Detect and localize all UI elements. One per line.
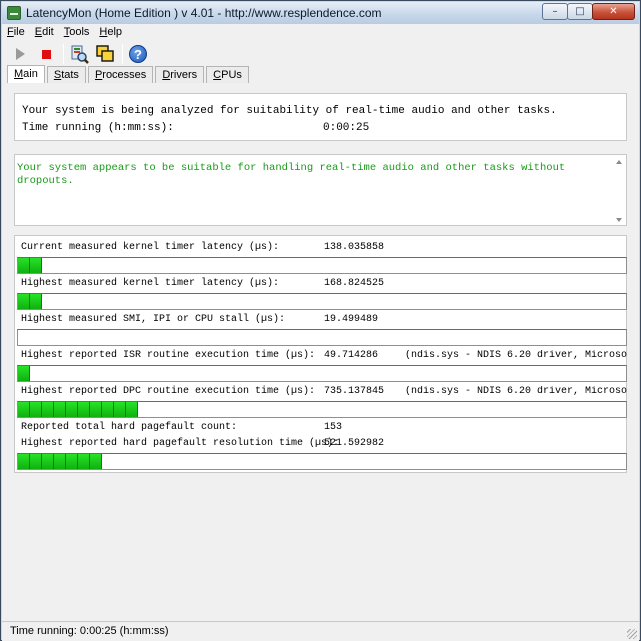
- verdict-panel: Your system appears to be suitable for h…: [14, 154, 627, 226]
- caption-buttons: – □ ✕: [542, 3, 635, 20]
- bar-segment: [42, 454, 54, 469]
- bar-segment: [90, 402, 102, 417]
- bar-segment: [66, 454, 78, 469]
- maximize-button[interactable]: □: [567, 3, 593, 20]
- tab-cpus[interactable]: CPUs: [206, 66, 249, 83]
- windows-icon: [96, 45, 114, 62]
- metric-label: Highest measured SMI, IPI or CPU stall (…: [21, 314, 286, 325]
- tab-drivers[interactable]: Drivers: [155, 66, 205, 83]
- time-running-label: Time running (h:mm:ss):: [22, 122, 174, 134]
- start-button[interactable]: [9, 43, 31, 65]
- menu-bar: File Edit Tools Help: [2, 24, 639, 41]
- tab-strip: Main Stats Processes Drivers CPUs: [7, 65, 251, 84]
- bar-segment: [78, 454, 90, 469]
- metric-label: Reported total hard pagefault count:: [21, 422, 238, 433]
- metric-bar-fill: [18, 402, 138, 417]
- menu-tools[interactable]: Tools: [59, 24, 95, 41]
- analysis-status: Your system is being analyzed for suitab…: [22, 105, 557, 117]
- verdict-scrollbar[interactable]: [615, 156, 625, 224]
- process-search-button[interactable]: [68, 43, 90, 65]
- metric-bar: [17, 329, 627, 346]
- bar-segment: [66, 402, 78, 417]
- minimize-button[interactable]: –: [542, 3, 568, 20]
- help-button[interactable]: ?: [127, 43, 149, 65]
- metric-detail: (ndis.sys - NDIS 6.20 driver, Microsoft …: [405, 350, 627, 361]
- play-icon: [15, 48, 25, 60]
- bar-segment: [30, 454, 42, 469]
- metric-value: 168.824525: [324, 278, 385, 289]
- metric-label: Highest reported hard pagefault resoluti…: [21, 438, 340, 449]
- bar-segment: [102, 402, 114, 417]
- metric-detail: (ndis.sys - NDIS 6.20 driver, Microsoft …: [405, 386, 627, 397]
- metric-label: Highest measured kernel timer latency (µ…: [21, 278, 280, 289]
- metric-value: 138.035858: [324, 242, 385, 253]
- tab-main[interactable]: Main: [7, 65, 45, 83]
- bar-segment: [30, 258, 42, 273]
- status-bar: Time running: 0:00:25 (h:mm:ss): [2, 621, 639, 641]
- bar-segment: [90, 454, 102, 469]
- tab-processes[interactable]: Processes: [87, 66, 154, 83]
- metric-value: 49.714286: [324, 350, 379, 361]
- menu-help[interactable]: Help: [94, 24, 127, 41]
- window-title: LatencyMon (Home Edition ) v 4.01 - http…: [26, 6, 382, 20]
- stop-button[interactable]: [35, 43, 57, 65]
- bar-segment: [114, 402, 126, 417]
- metric-bar-fill: [18, 366, 30, 381]
- metric-bar-fill: [18, 258, 42, 273]
- bar-segment: [18, 258, 30, 273]
- metrics-panel: Current measured kernel timer latency (µ…: [14, 235, 627, 473]
- time-running-value: 0:00:25: [323, 122, 370, 134]
- bar-segment: [54, 454, 66, 469]
- bar-segment: [126, 402, 138, 417]
- bar-segment: [30, 294, 42, 309]
- metric-bar: [17, 257, 627, 274]
- metric-bar-fill: [18, 294, 42, 309]
- scroll-up-icon[interactable]: [616, 160, 622, 164]
- metric-value: 19.499489: [324, 314, 379, 325]
- resize-grip-icon[interactable]: [627, 629, 637, 639]
- tab-stats[interactable]: Stats: [46, 66, 86, 83]
- bar-segment: [30, 402, 42, 417]
- help-icon: ?: [129, 45, 147, 63]
- menu-edit[interactable]: Edit: [30, 24, 59, 41]
- metric-bar: [17, 401, 627, 418]
- title-bar[interactable]: LatencyMon (Home Edition ) v 4.01 - http…: [2, 2, 639, 24]
- app-icon: [7, 6, 21, 20]
- windows-button[interactable]: [94, 43, 116, 65]
- stop-icon: [41, 49, 51, 59]
- toolbar-separator: [122, 44, 123, 64]
- bar-segment: [18, 294, 30, 309]
- metric-label: Highest reported DPC routine execution t…: [21, 386, 316, 397]
- scroll-down-icon[interactable]: [616, 218, 622, 222]
- toolbar: ?: [9, 42, 153, 66]
- bar-segment: [54, 402, 66, 417]
- metric-value: 735.137845: [324, 386, 385, 397]
- bar-segment: [18, 366, 30, 381]
- bar-segment: [18, 402, 30, 417]
- process-search-icon: [71, 45, 89, 64]
- metric-bar: [17, 293, 627, 310]
- menu-file[interactable]: File: [2, 24, 30, 41]
- analysis-panel: Your system is being analyzed for suitab…: [14, 93, 627, 141]
- toolbar-separator: [63, 44, 64, 64]
- verdict-message: Your system appears to be suitable for h…: [17, 162, 566, 187]
- close-button[interactable]: ✕: [592, 3, 635, 20]
- metric-bar: [17, 365, 627, 382]
- metric-bar: [17, 453, 627, 470]
- metric-label: Highest reported ISR routine execution t…: [21, 350, 316, 361]
- metric-bar-fill: [18, 454, 102, 469]
- status-text: Time running: 0:00:25 (h:mm:ss): [10, 625, 169, 637]
- bar-segment: [78, 402, 90, 417]
- metric-value: 153: [324, 422, 343, 433]
- bar-segment: [42, 402, 54, 417]
- latencymon-window: LatencyMon (Home Edition ) v 4.01 - http…: [0, 0, 641, 641]
- metric-value: 521.592982: [324, 438, 385, 449]
- bar-segment: [18, 454, 30, 469]
- metric-label: Current measured kernel timer latency (µ…: [21, 242, 280, 253]
